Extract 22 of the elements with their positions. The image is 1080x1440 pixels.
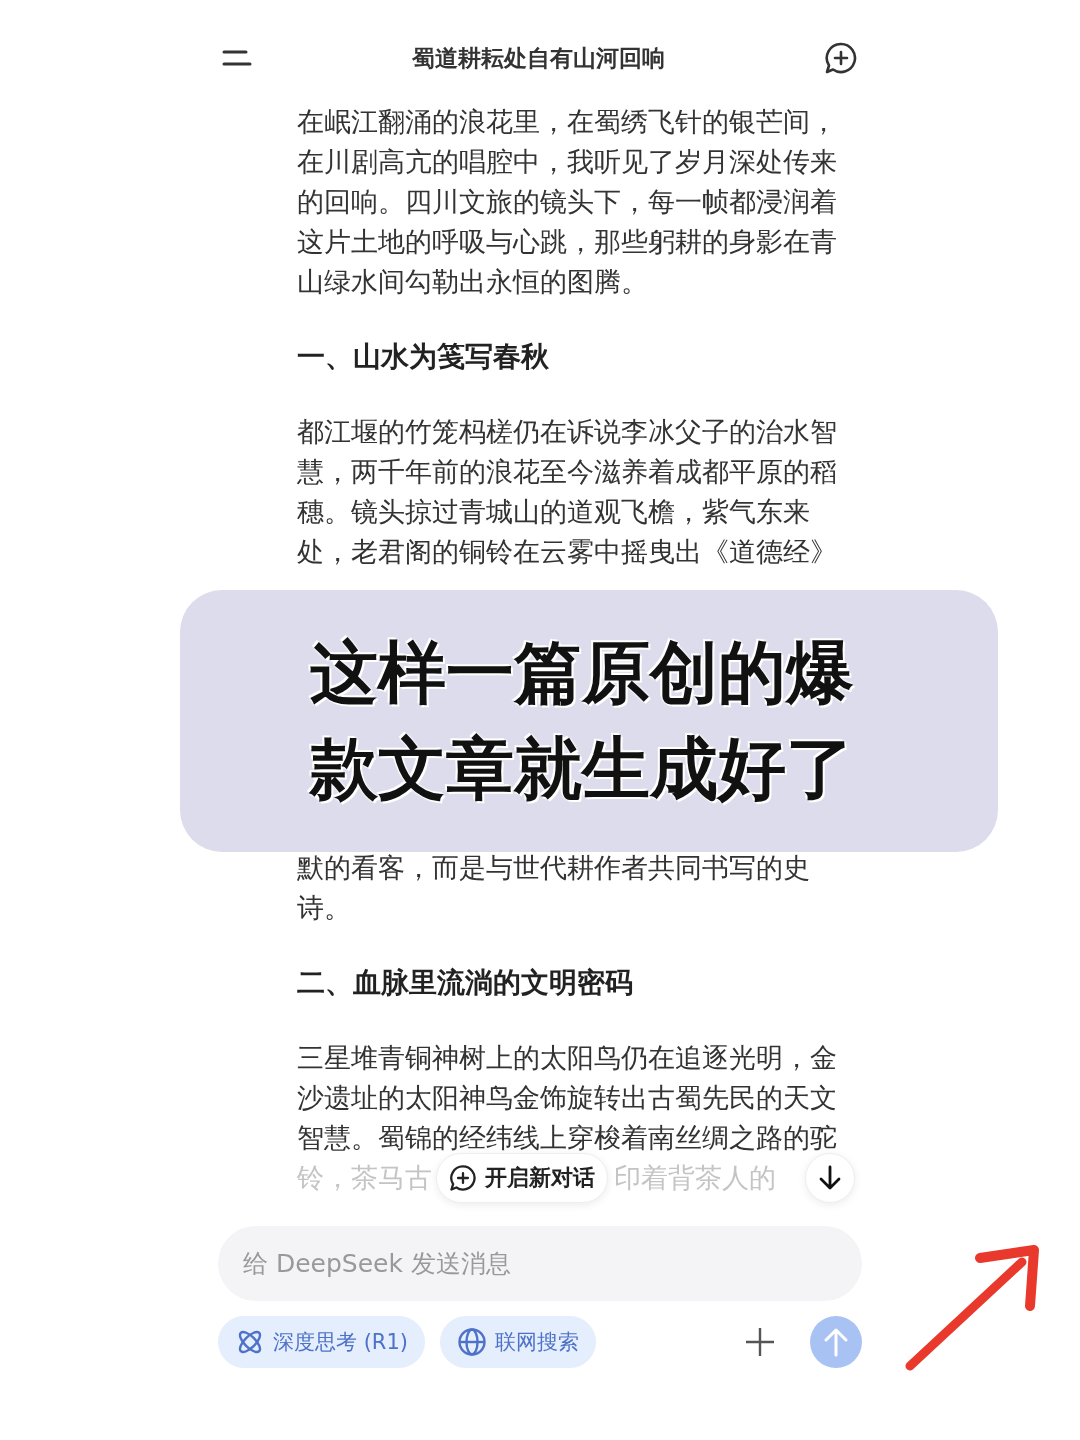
article-paragraph: 三星堆青铜神树上的太阳鸟仍在追逐光明，金沙遗址的太阳神鸟金饰旋转出古蜀先民的天文智慧。蜀锦的经纬线上穿梭着南丝绸之路的驼 (297, 1041, 838, 1155)
mode-toggle[interactable]: 深度思考 (R1) (218, 1316, 425, 1368)
caption-text: 这样一篇原创的爆款文章就生成好了 (310, 632, 855, 810)
arrow-up-icon (823, 1327, 849, 1357)
menu-icon[interactable] (222, 48, 252, 68)
arrow-down-icon (818, 1165, 842, 1191)
faded-text: 印着背茶人的 (614, 1161, 776, 1195)
chat-title: 蜀道耕耘处自有山河回响 (411, 43, 665, 73)
message-input[interactable]: 给 DeepSeek 发送消息 (218, 1226, 862, 1301)
section-heading: 一、山水为笺写春秋 (297, 339, 550, 375)
article-paragraph: 默的看客，而是与世代耕作者共同书写的史诗。 (297, 851, 811, 925)
article-paragraph: 都江堰的竹笼杩槎仍在诉说李冰父子的治水智慧，两千年前的浪花至今滋养着成都平原的稻穗。镜头掠过青城山的道观飞檐，紫气东来处，老君阁的铜铃在云雾中摇曳出《道德经》 (297, 415, 838, 569)
article-paragraph: 在岷江翻涌的浪花里，在蜀绣飞针的银芒间，在川剧高亢的唱腔中，我听见了岁月深处传来的回响。四川文旅的镜头下，每一帧都浸润着这片土地的呼吸与心跳，那些躬耕的身影在青山绿水间勾勒出永恒的图腾。 (297, 105, 838, 299)
globe-icon (457, 1327, 487, 1357)
plus-icon[interactable] (745, 1327, 775, 1357)
new-chat-button[interactable]: 开启新对话 (436, 1153, 608, 1203)
new-chat-icon (449, 1164, 477, 1192)
scroll-down-button[interactable] (805, 1153, 855, 1203)
mode-toggle[interactable]: 联网搜索 (440, 1316, 596, 1368)
section-heading: 二、血脉里流淌的文明密码 (297, 965, 634, 1001)
faded-text: 铃，茶马古 (297, 1161, 432, 1195)
new-chat-icon[interactable] (824, 41, 858, 75)
